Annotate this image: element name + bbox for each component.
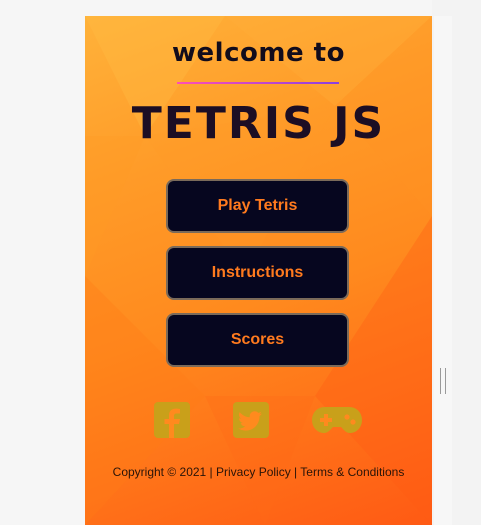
play-tetris-button[interactable]: Play Tetris [166, 179, 349, 233]
scrollbar[interactable] [434, 16, 452, 525]
privacy-policy-link[interactable]: Privacy Policy [216, 465, 291, 479]
facebook-icon[interactable] [153, 402, 191, 438]
welcome-text: welcome to [172, 38, 345, 68]
gamepad-icon[interactable] [310, 402, 364, 438]
footer-separator: | [206, 465, 217, 479]
footer: Copyright © 2021 | Privacy Policy | Term… [85, 465, 432, 479]
app-screen: welcome to TETRIS JS Play Tetris Instruc… [85, 16, 432, 525]
page-margin-top [85, 0, 432, 16]
copyright-text: Copyright © 2021 [112, 465, 207, 479]
scores-button[interactable]: Scores [166, 313, 349, 367]
instructions-button[interactable]: Instructions [166, 246, 349, 300]
title-underline [177, 82, 339, 84]
footer-separator: | [290, 465, 301, 479]
scrollbar-grip[interactable] [440, 368, 446, 394]
terms-link[interactable]: Terms & Conditions [300, 465, 404, 479]
twitter-icon[interactable] [231, 402, 271, 438]
page-title: TETRIS JS [131, 98, 386, 149]
page-margin-left [0, 0, 85, 525]
